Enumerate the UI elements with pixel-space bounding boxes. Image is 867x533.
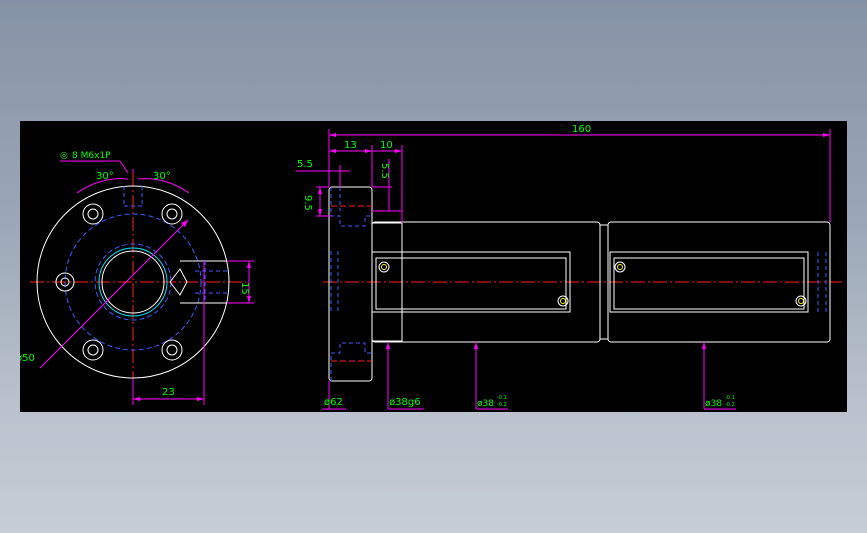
- angle-left-label: 30°: [96, 171, 114, 182]
- thread-callout: 8 M6x1P: [72, 151, 111, 161]
- cad-drawing: ø50 30° 30° ◎ 8 M6x1P 23 15: [16, 124, 842, 410]
- tolerance-lower-a: -0.2: [497, 402, 507, 408]
- side-view: 160 13 10 5.5 5.5 9.5 ø62 ø38g6 ø38 -0.1…: [296, 124, 842, 410]
- side-dim-10: 10: [380, 140, 393, 151]
- side-dim-5-5-vert: 5.5: [379, 163, 390, 179]
- side-dim-phi62: ø62: [324, 397, 343, 408]
- tolerance-upper-b: -0.1: [725, 395, 735, 401]
- side-dim-5-5-left: 5.5: [297, 159, 313, 170]
- cad-drawing-canvas: ø50 30° 30° ◎ 8 M6x1P 23 15: [16, 121, 847, 412]
- angle-right-label: 30°: [153, 171, 171, 182]
- front-dim-bottom: 23: [162, 387, 175, 398]
- callout-marker-icon: ◎: [60, 151, 68, 161]
- bore-circle: [101, 250, 165, 314]
- tolerance-lower-b: -0.2: [725, 402, 735, 408]
- front-view: ø50 30° 30° ◎ 8 M6x1P 23 15: [16, 151, 254, 405]
- front-dim-diameter: ø50: [20, 353, 35, 364]
- side-dim-phi38-a: ø38: [477, 399, 494, 409]
- side-dim-overall: 160: [572, 124, 591, 135]
- side-dim-phi38g6: ø38g6: [389, 397, 421, 408]
- diameter-leader: [39, 219, 189, 369]
- side-dim-9-5: 9.5: [302, 195, 313, 211]
- flange-outline: [328, 186, 373, 382]
- side-dim-13: 13: [344, 140, 357, 151]
- side-dim-phi38-b: ø38: [705, 399, 722, 409]
- tolerance-upper-a: -0.1: [497, 395, 507, 401]
- front-dim-right: 15: [239, 282, 250, 295]
